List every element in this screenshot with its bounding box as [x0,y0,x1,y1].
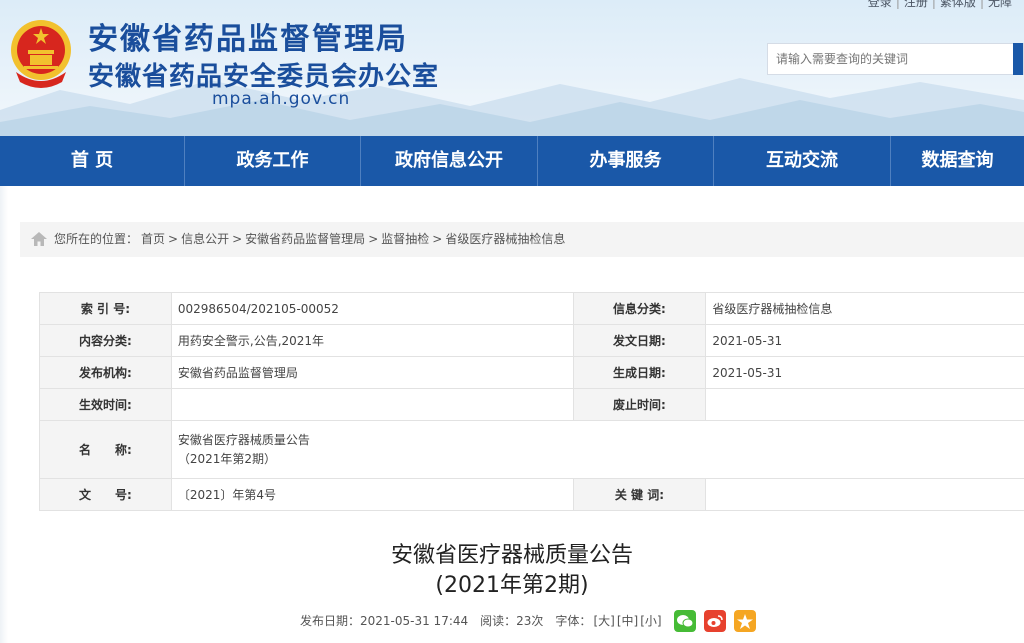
breadcrumb-bureau[interactable]: 安徽省药品监督管理局 [245,232,365,246]
article-title: 安徽省医疗器械质量公告 [390,543,633,568]
nav-home[interactable]: 首 页 [0,136,185,186]
nav-services[interactable]: 办事服务 [538,136,714,186]
expired-time-label: 废止时间: [572,388,707,421]
category-label: 信息分类: [572,292,707,325]
document-name-label: 名 称: [39,420,172,479]
site-domain: mpa.ah.gov.cn [212,89,351,109]
breadcrumb-separator: > [232,232,243,246]
table-row: 生效时间: 废止时间: [39,388,1024,421]
document-name-line1: 安徽省医疗器械质量公告 [177,432,310,447]
index-number-value: 002986504/202105-00052 [170,292,574,325]
breadcrumb-label: 您所在的位置： [54,232,139,246]
content-category-label: 内容分类: [39,324,172,357]
created-date-label: 生成日期: [572,356,707,389]
font-size-label: 字体： [555,614,592,628]
created-date-value: 2021-05-31 [705,356,1024,389]
breadcrumb: 您所在的位置： 首页 > 信息公开 > 安徽省药品监督管理局 > 监督抽检 > 省级医疗器械抽检信… [20,222,1024,257]
font-medium-button[interactable]: [中] [617,608,638,634]
document-info-table: 索 引 号: 002986504/202105-00052 信息分类: 省级医疗… [39,292,1024,511]
table-row: 名 称: 安徽省医疗器械质量公告 （2021年第2期） [39,420,1024,479]
content-category-value: 用药安全警示,公告,2021年 [170,324,574,357]
publisher-label: 发布机构: [39,356,172,389]
breadcrumb-current[interactable]: 省级医疗器械抽检信息 [445,232,565,246]
font-small-button[interactable]: [小] [640,608,661,634]
site-subtitle: 安徽省药品安全委员会办公室 [88,62,440,92]
breadcrumb-separator: > [168,232,179,246]
keywords-value [705,478,1024,511]
publisher-value: 安徽省药品监督管理局 [170,356,574,389]
login-link[interactable]: 登录 [864,0,896,9]
breadcrumb-info-disclosure[interactable]: 信息公开 [181,232,229,246]
traditional-link[interactable]: 繁体版 [936,0,980,9]
search-box [767,43,1024,75]
effective-time-value [170,388,574,421]
qzone-icon[interactable] [733,610,756,632]
weibo-icon[interactable] [703,610,726,632]
issue-date-value: 2021-05-31 [705,324,1024,357]
effective-time-label: 生效时间: [39,388,172,421]
document-name-line2: （2021年第2期） [177,451,277,466]
category-value: 省级医疗器械抽检信息 [705,292,1024,325]
site-header: 安徽省药品监督管理局 安徽省药品安全委员会办公室 mpa.ah.gov.cn 登… [0,0,1024,136]
breadcrumb-sampling[interactable]: 监督抽检 [381,232,429,246]
index-number-label: 索 引 号: [39,292,172,325]
top-links: 登录 | 注册 | 繁体版 | 无障 [864,0,1016,10]
view-count: 阅读：23次 [480,614,544,628]
register-link[interactable]: 注册 [900,0,932,9]
site-title: 安徽省药品监督管理局 [88,22,408,57]
keywords-label: 关 键 词: [572,478,707,511]
nav-government-affairs[interactable]: 政务工作 [185,136,361,186]
main-nav: 首 页 政务工作 政府信息公开 办事服务 互动交流 数据查询 [0,136,1024,186]
document-name-value: 安徽省医疗器械质量公告 （2021年第2期） [170,420,1024,479]
search-input[interactable] [768,44,1006,74]
table-row: 内容分类: 用药安全警示,公告,2021年 发文日期: 2021-05-31 [39,324,1024,357]
search-button[interactable] [1013,43,1023,75]
table-row: 文 号: 〔2021〕年第4号 关 键 词: [39,478,1024,511]
font-large-button[interactable]: [大] [593,608,614,634]
table-row: 索 引 号: 002986504/202105-00052 信息分类: 省级医疗… [39,292,1024,325]
publish-date: 发布日期：2021-05-31 17:44 [300,614,469,628]
breadcrumb-separator: > [432,232,443,246]
wechat-icon[interactable] [673,610,696,632]
article-title-issue: (2021年第2期) [435,573,589,598]
breadcrumb-home[interactable]: 首页 [141,232,165,246]
nav-data-query[interactable]: 数据查询 [891,136,1024,186]
nav-interaction[interactable]: 互动交流 [714,136,891,186]
document-number-value: 〔2021〕年第4号 [170,478,574,511]
article-meta: 发布日期：2021-05-31 17:44 阅读：23次 字体： [大] [中]… [300,608,756,634]
national-emblem [11,20,71,88]
document-number-label: 文 号: [39,478,172,511]
expired-time-value [705,388,1024,421]
home-icon [31,232,47,246]
breadcrumb-separator: > [368,232,379,246]
table-row: 发布机构: 安徽省药品监督管理局 生成日期: 2021-05-31 [39,356,1024,389]
nav-info-disclosure[interactable]: 政府信息公开 [361,136,538,186]
accessibility-link[interactable]: 无障 [984,0,1016,9]
issue-date-label: 发文日期: [572,324,707,357]
